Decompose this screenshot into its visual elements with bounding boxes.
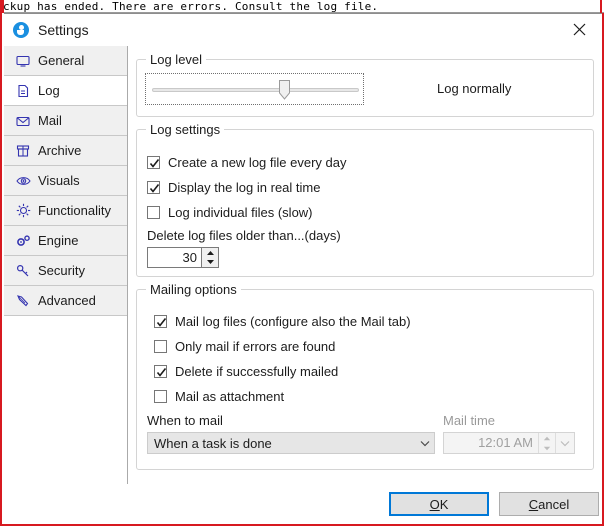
stepper-down-icon[interactable] xyxy=(202,258,218,268)
checkbox-label: Display the log in real time xyxy=(168,180,321,195)
box-icon xyxy=(15,143,31,159)
checkbox-label: Create a new log file every day xyxy=(168,155,347,170)
mail-time-value: 12:01 AM xyxy=(478,435,533,450)
frame-left-accent xyxy=(2,0,4,13)
eye-icon xyxy=(15,173,31,189)
log-level-group: Log level Log normally xyxy=(136,52,594,117)
slider-track xyxy=(152,88,359,92)
mail-time-picker: 12:01 AM xyxy=(443,432,575,454)
sidebar-item-label: Engine xyxy=(38,233,79,248)
sidebar-item-label: General xyxy=(38,53,85,68)
checkbox-mail-log-files[interactable]: Mail log files (configure also the Mail … xyxy=(154,314,411,329)
document-icon xyxy=(15,83,31,99)
checkbox-mail-as-attachment[interactable]: Mail as attachment xyxy=(154,389,284,404)
log-level-value-label: Log normally xyxy=(437,81,512,96)
mail-time-stepper xyxy=(538,433,555,453)
checkbox-only-mail-if-errors[interactable]: Only mail if errors are found xyxy=(154,339,335,354)
when-to-mail-value: When a task is done xyxy=(154,435,272,451)
sidebar-item-functionality[interactable]: Functionality xyxy=(4,196,127,226)
settings-content-panel: Log level Log normally Log settings Crea… xyxy=(128,46,602,484)
log-level-group-title: Log level xyxy=(146,52,207,67)
delete-days-stepper[interactable]: 30 xyxy=(147,247,219,268)
checkbox-box xyxy=(154,315,167,328)
ok-button-rest: K xyxy=(439,496,449,512)
mail-time-label: Mail time xyxy=(443,413,496,428)
app-circle-icon xyxy=(13,22,29,38)
checkbox-log-individual-files[interactable]: Log individual files (slow) xyxy=(147,205,313,220)
mailing-options-group: Mailing options Mail log files (configur… xyxy=(136,282,594,470)
checkbox-label: Log individual files (slow) xyxy=(168,205,313,220)
sunburst-icon xyxy=(15,203,31,219)
sidebar-item-engine[interactable]: Engine xyxy=(4,226,127,256)
delete-days-value[interactable]: 30 xyxy=(147,247,201,268)
gears-icon xyxy=(15,233,31,249)
settings-sidebar: General Log Mail Archive Visuals Functio… xyxy=(4,46,128,484)
settings-dialog: Settings General Log Mail Archive Visual… xyxy=(4,13,602,523)
sidebar-item-log[interactable]: Log xyxy=(4,76,127,106)
mailing-options-group-title: Mailing options xyxy=(146,282,241,297)
dialog-title: Settings xyxy=(38,22,89,38)
checkbox-label: Mail log files (configure also the Mail … xyxy=(175,314,411,329)
ok-button[interactable]: OK xyxy=(389,492,489,516)
sidebar-item-label: Functionality xyxy=(38,203,111,218)
key-icon xyxy=(15,263,31,279)
stepper-up-icon[interactable] xyxy=(202,248,218,258)
sidebar-item-label: Archive xyxy=(38,143,82,158)
chevron-down-icon xyxy=(416,440,434,447)
sidebar-item-label: Log xyxy=(38,83,60,98)
cancel-button-accel: C xyxy=(528,496,539,512)
wrench-icon xyxy=(15,293,31,309)
mail-time-chevron-down-icon xyxy=(555,433,574,453)
log-settings-group: Log settings Create a new log file every… xyxy=(136,122,594,277)
stepper-buttons xyxy=(201,247,219,268)
sidebar-item-security[interactable]: Security xyxy=(4,256,127,286)
checkbox-box xyxy=(147,181,160,194)
monitor-icon xyxy=(15,53,31,69)
checkbox-label: Mail as attachment xyxy=(175,389,285,404)
frame-right-accent xyxy=(600,0,602,13)
cancel-button[interactable]: Cancel xyxy=(499,492,599,516)
checkbox-box xyxy=(154,390,167,403)
cancel-button-rest: ancel xyxy=(538,496,570,512)
console-line: ckup has ended. There are errors. Consul… xyxy=(3,0,379,13)
dialog-body: General Log Mail Archive Visuals Functio… xyxy=(4,46,602,484)
sidebar-item-advanced[interactable]: Advanced xyxy=(4,286,127,316)
mail-time-up-icon xyxy=(539,433,555,443)
mail-time-down-icon xyxy=(539,443,555,453)
checkbox-box xyxy=(147,206,160,219)
checkbox-create-new-log-file-every-day[interactable]: Create a new log file every day xyxy=(147,155,346,170)
when-to-mail-dropdown[interactable]: When a task is done xyxy=(147,432,435,454)
ok-button-accel: O xyxy=(429,496,440,512)
sidebar-item-label: Mail xyxy=(38,113,62,128)
sidebar-item-label: Security xyxy=(38,263,85,278)
sidebar-item-mail[interactable]: Mail xyxy=(4,106,127,136)
checkbox-display-log-real-time[interactable]: Display the log in real time xyxy=(147,180,320,195)
checkbox-box xyxy=(154,365,167,378)
checkbox-delete-if-successfully-mailed[interactable]: Delete if successfully mailed xyxy=(154,364,338,379)
sidebar-item-label: Advanced xyxy=(38,293,96,308)
sidebar-empty-space xyxy=(4,316,127,484)
checkbox-label: Delete if successfully mailed xyxy=(175,364,339,379)
delete-log-files-label: Delete log files older than...(days) xyxy=(147,228,341,243)
when-to-mail-label: When to mail xyxy=(147,413,223,428)
log-level-slider[interactable] xyxy=(145,73,364,105)
sidebar-item-general[interactable]: General xyxy=(4,46,127,76)
slider-thumb[interactable] xyxy=(279,80,290,100)
background-console-strip: ckup has ended. There are errors. Consul… xyxy=(2,0,604,13)
sidebar-item-label: Visuals xyxy=(38,173,80,188)
envelope-icon xyxy=(15,113,31,129)
screenshot-root: ckup has ended. There are errors. Consul… xyxy=(0,0,604,526)
dialog-footer: OK Cancel xyxy=(4,484,602,523)
sidebar-item-visuals[interactable]: Visuals xyxy=(4,166,127,196)
log-settings-group-title: Log settings xyxy=(146,122,225,137)
close-icon[interactable] xyxy=(557,14,602,45)
dialog-titlebar: Settings xyxy=(4,14,602,46)
checkbox-label: Only mail if errors are found xyxy=(175,339,336,354)
sidebar-item-archive[interactable]: Archive xyxy=(4,136,127,166)
checkbox-box xyxy=(154,340,167,353)
checkbox-box xyxy=(147,156,160,169)
